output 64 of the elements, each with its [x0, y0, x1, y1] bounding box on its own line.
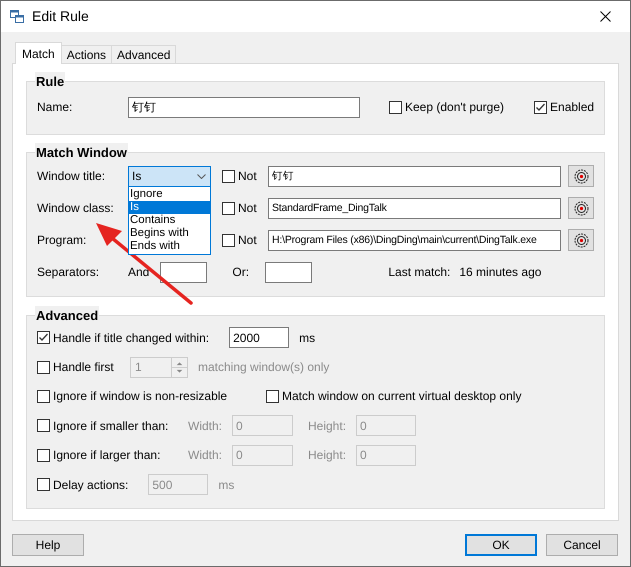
checkbox-label: Not [238, 232, 258, 249]
chevron-down-icon [197, 174, 206, 178]
field-label: And [128, 264, 150, 281]
match-field[interactable]: StandardFrame_DingTalk [268, 198, 561, 218]
last-match-value: 16 minutes ago [459, 264, 542, 281]
unit-label: ms [218, 476, 234, 494]
tab[interactable]: Advanced [111, 45, 176, 63]
field-label: Program: [37, 232, 88, 249]
checkbox-label: Ignore if window is non-resizable [53, 388, 228, 406]
field-label: Window class: [37, 200, 115, 217]
field-label: Separators: [37, 264, 100, 281]
dialog-button[interactable]: Cancel [546, 534, 618, 556]
checkbox-label: Delay actions: [53, 476, 128, 494]
unit-label: ms [299, 330, 316, 347]
checkbox-label: Match window on current virtual desktop only [282, 388, 522, 406]
checkbox-label: Keep (don't purge) [405, 99, 504, 116]
field-label: Width: [188, 418, 224, 435]
match-field[interactable]: H:\Program Files (x86)\DingDing\main\current\DingTalk.exe [268, 230, 561, 250]
checkbox[interactable] [37, 390, 50, 403]
checkbox[interactable] [222, 234, 235, 246]
field-label: Or: [232, 264, 250, 281]
target-icon [574, 232, 588, 248]
checkbox[interactable] [222, 170, 235, 182]
app-icon [10, 10, 24, 23]
dialog-button[interactable]: OK [465, 534, 537, 556]
target-button[interactable] [568, 197, 594, 219]
separator-field[interactable] [265, 262, 312, 282]
dropdown-option[interactable]: Begins with [129, 226, 210, 240]
field-label: Width: [188, 447, 224, 464]
window-title: Edit Rule [32, 7, 89, 26]
tab[interactable]: Match [15, 42, 62, 64]
target-icon [574, 168, 588, 184]
target-button[interactable] [568, 165, 594, 187]
dropdown-option[interactable]: Ends with [129, 240, 210, 252]
checkbox[interactable] [389, 100, 402, 114]
target-button[interactable] [568, 229, 594, 251]
checkbox[interactable] [534, 100, 548, 114]
checkbox-label: Ignore if larger than: [53, 447, 160, 464]
checkbox-label: Handle if title changed within: [53, 330, 210, 347]
checkbox-label: Not [238, 200, 258, 217]
target-icon [574, 200, 588, 216]
dropdown-option[interactable]: Ignore [129, 188, 210, 200]
separator-field[interactable] [160, 262, 208, 282]
dropdown-option[interactable]: Contains [129, 214, 210, 226]
checkbox-label: Enabled [550, 99, 594, 116]
checkbox-label: Not [238, 168, 258, 185]
match-mode-dropdown[interactable]: Is [128, 166, 211, 186]
field-label: Name: [37, 99, 74, 116]
hint-label: matching window(s) only [198, 359, 330, 376]
checkbox-label: Handle first [53, 359, 114, 376]
checkbox-label: Ignore if smaller than: [53, 418, 168, 435]
field-label: Height: [308, 447, 348, 464]
checkbox[interactable] [266, 390, 279, 403]
checkbox[interactable] [37, 331, 50, 344]
field-label: Window title: [37, 168, 106, 185]
field-label: Height: [308, 418, 348, 435]
field-label: Last match: [388, 264, 452, 281]
dropdown-option[interactable]: Is [129, 200, 210, 214]
checkbox[interactable] [222, 202, 235, 214]
close-icon[interactable] [600, 11, 611, 22]
input-field[interactable]: 2000 [229, 327, 290, 348]
dialog-button[interactable]: Help [12, 534, 84, 556]
name-field[interactable]: 钉钉 [128, 96, 360, 118]
match-field[interactable]: 钉钉 [268, 166, 561, 186]
